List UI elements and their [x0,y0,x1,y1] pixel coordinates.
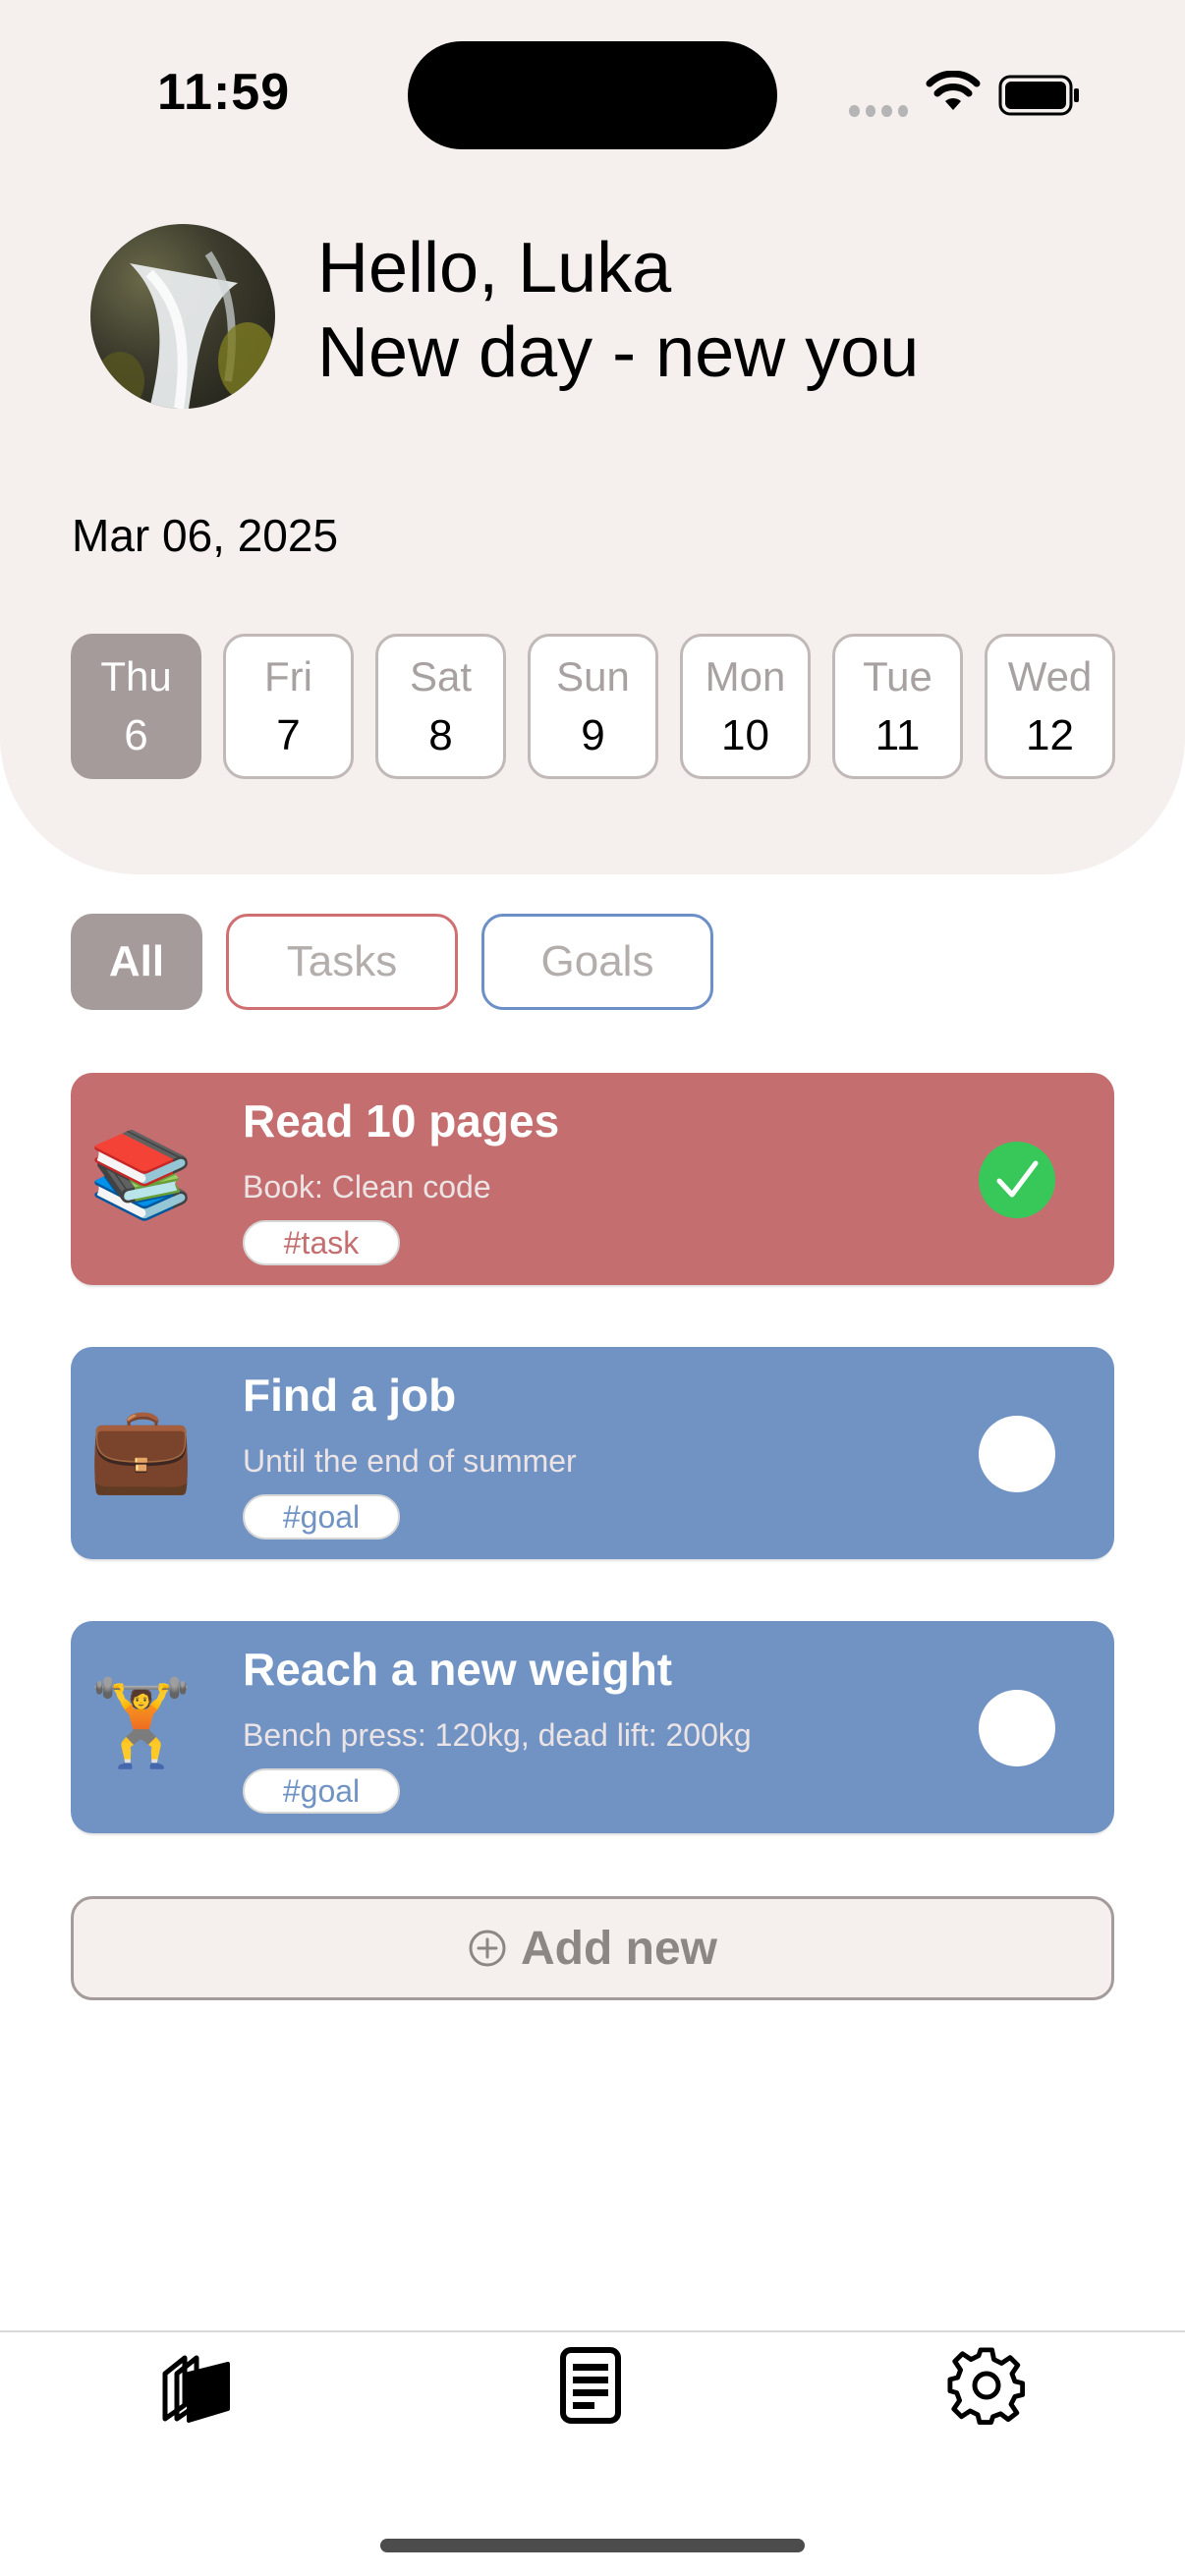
stack-icon[interactable] [157,2346,236,2425]
day-name: Mon [705,653,786,700]
day-mon[interactable]: Mon 10 [680,634,811,779]
battery-icon [998,75,1079,116]
day-sat[interactable]: Sat 8 [375,634,506,779]
status-time: 11:59 [157,64,291,121]
filter-all-button[interactable]: All [71,914,202,1010]
date-label: Mar 06, 2025 [72,510,339,561]
item-tag: #task [243,1220,400,1265]
item-title: Find a job [243,1370,457,1421]
day-name: Fri [264,653,312,700]
filter-bar: All Tasks Goals [71,914,713,1010]
greeting: Hello, Luka New day - new you [317,226,919,395]
day-wed[interactable]: Wed 12 [985,634,1115,779]
item-tag: #goal [243,1494,400,1540]
day-number: 11 [875,711,921,759]
cellular-signal-icon [849,105,908,117]
day-number: 10 [721,711,769,759]
books-icon: 📚 [88,1128,195,1222]
item-title: Reach a new weight [243,1644,673,1695]
filter-tasks-button[interactable]: Tasks [226,914,458,1010]
item-subtitle: Bench press: 120kg, dead lift: 200kg [243,1717,752,1753]
item-card[interactable]: 💼 Find a job Until the end of summer #go… [71,1347,1114,1559]
day-number: 8 [428,711,453,759]
wifi-icon [926,71,981,110]
greeting-line1: Hello, Luka [317,229,672,308]
add-new-button[interactable]: Add new [71,1896,1114,2000]
weightlifter-icon: 🏋️ [88,1676,195,1770]
avatar[interactable] [90,224,275,409]
item-subtitle: Until the end of summer [243,1443,577,1479]
day-name: Sun [556,653,630,700]
completion-checkbox[interactable] [979,1416,1055,1492]
item-card[interactable]: 🏋️ Reach a new weight Bench press: 120kg… [71,1621,1114,1833]
day-fri[interactable]: Fri 7 [223,634,354,779]
completion-checkbox[interactable] [979,1142,1055,1218]
day-sun[interactable]: Sun 9 [528,634,658,779]
day-number: 9 [581,711,605,759]
day-picker: Thu 6 Fri 7 Sat 8 Sun 9 Mon 10 Tue 11 We… [71,634,1115,779]
completion-checkbox[interactable] [979,1690,1055,1766]
document-icon[interactable] [553,2346,632,2425]
day-name: Sat [409,653,473,700]
day-name: Wed [1007,653,1093,700]
greeting-line2: New day - new you [317,313,920,392]
dynamic-island [408,41,777,149]
item-subtitle: Book: Clean code [243,1169,491,1204]
waterfall-photo [95,251,275,409]
day-name: Tue [863,653,932,700]
day-thu[interactable]: Thu 6 [71,634,201,779]
plus-circle-icon [469,1930,506,1967]
day-number: 6 [124,711,148,759]
day-tue[interactable]: Tue 11 [832,634,963,779]
gear-icon[interactable] [947,2346,1026,2425]
checkmark-icon [996,1160,1039,1198]
day-number: 12 [1026,711,1074,759]
day-number: 7 [276,711,301,759]
item-title: Read 10 pages [243,1095,560,1147]
briefcase-icon: 💼 [88,1402,195,1496]
item-card[interactable]: 📚 Read 10 pages Book: Clean code #task [71,1073,1114,1285]
filter-goals-button[interactable]: Goals [481,914,713,1010]
home-indicator[interactable] [380,2539,805,2552]
day-name: Thu [100,653,172,700]
add-new-label: Add new [521,1922,717,1975]
item-tag: #goal [243,1768,400,1814]
